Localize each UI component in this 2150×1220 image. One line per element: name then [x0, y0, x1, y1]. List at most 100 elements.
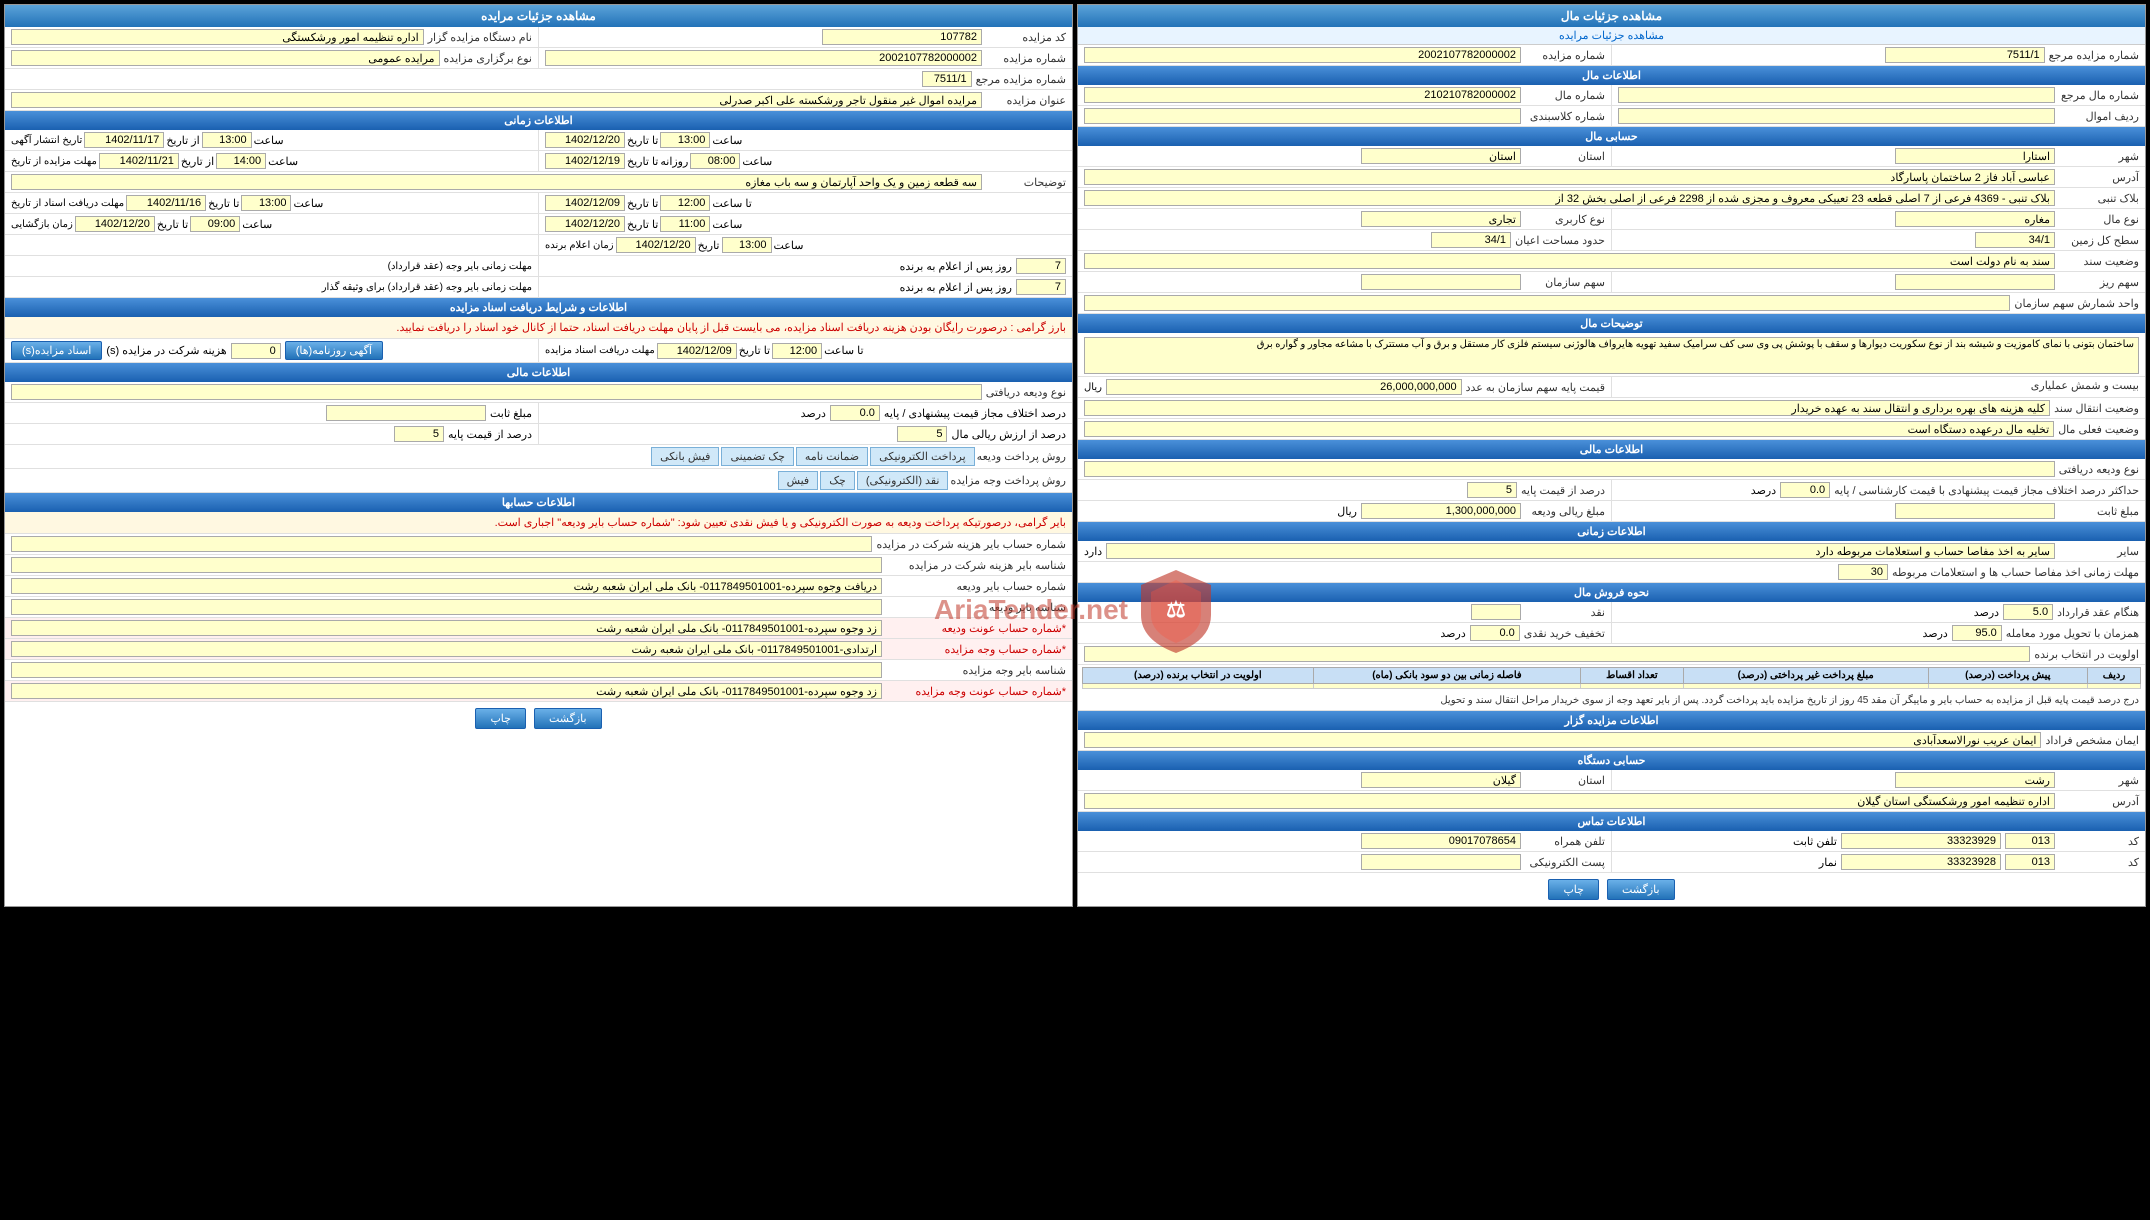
winner-contract-days[interactable]	[1016, 279, 1066, 295]
radif-input[interactable]	[1618, 108, 2055, 124]
account5-input[interactable]	[11, 620, 882, 636]
r-ref-number-input[interactable]	[922, 71, 972, 87]
payment2-btn-cash[interactable]: نقد (الکترونیکی)	[857, 471, 949, 490]
fax-input[interactable]	[1841, 854, 2001, 870]
bid-from-date[interactable]	[99, 153, 179, 169]
winner-t3-time[interactable]	[660, 216, 710, 232]
mal-source-input[interactable]	[1618, 87, 2055, 103]
usage-input[interactable]	[1361, 211, 1521, 227]
r-percent-base2-input[interactable]	[394, 426, 444, 442]
province-input[interactable]	[1361, 148, 1521, 164]
winner-t4-date[interactable]	[616, 237, 696, 253]
mobile-input[interactable]	[1361, 833, 1521, 849]
contractor-agent-input[interactable]	[1084, 732, 2041, 748]
document-input[interactable]	[1084, 253, 2055, 269]
description-input[interactable]: ساختمان بتونی با نمای کاموزیت و شیشه بند…	[1084, 337, 2139, 374]
discount-input[interactable]	[1470, 625, 1520, 641]
left-print-btn[interactable]: چاپ	[1548, 879, 1599, 900]
kalasbandi-input[interactable]	[1084, 108, 1521, 124]
account7-input[interactable]	[11, 662, 882, 678]
city-input[interactable]	[1895, 148, 2055, 164]
transfer-input[interactable]	[1084, 400, 2050, 416]
share2-input[interactable]	[1895, 274, 2055, 290]
area-ground-input[interactable]	[1431, 232, 1511, 248]
area-total-input[interactable]	[1975, 232, 2055, 248]
bid-from-time2[interactable]	[216, 153, 266, 169]
winner-t2-date[interactable]	[126, 195, 206, 211]
receive-docs-date[interactable]	[657, 343, 737, 359]
bid-to-time[interactable]	[690, 153, 740, 169]
participants-input[interactable]	[231, 343, 281, 359]
payment2-btn-slip[interactable]: فیش	[778, 471, 819, 490]
fax-code-input[interactable]	[2005, 854, 2055, 870]
winner-t1-date[interactable]	[545, 195, 625, 211]
email-input[interactable]	[1361, 854, 1521, 870]
payment-btn-check[interactable]: چک تضمینی	[721, 447, 793, 466]
auction-type-input[interactable]	[11, 50, 440, 66]
priority-input[interactable]	[1084, 646, 2030, 662]
mal-number-input[interactable]	[1084, 87, 1521, 103]
organizer-input[interactable]	[11, 29, 424, 45]
account1-input[interactable]	[11, 536, 872, 552]
shareholders-input[interactable]	[1084, 295, 2010, 311]
price-base-input[interactable]	[1106, 379, 1462, 395]
winner-t4-date2[interactable]	[75, 216, 155, 232]
docs-btn[interactable]: اسناد مزایده(s)	[11, 341, 102, 360]
account-note-input[interactable]	[1106, 543, 2055, 559]
pub-from-time[interactable]	[660, 132, 710, 148]
share-input[interactable]	[1361, 274, 1521, 290]
premium-type-input[interactable]	[1084, 461, 2055, 477]
r-percent-diff-input[interactable]	[830, 405, 880, 421]
show-docs-btn[interactable]: آگهی روزنامه(ها)	[285, 341, 383, 360]
account6-input[interactable]	[11, 641, 882, 657]
winner-t1-time[interactable]	[660, 195, 710, 211]
account4-input[interactable]	[11, 599, 882, 615]
auction-number-input[interactable]	[1084, 47, 1521, 63]
block-input[interactable]	[1084, 190, 2055, 206]
current-status-input[interactable]	[1084, 421, 2054, 437]
phone-fixed-input[interactable]	[1841, 833, 2001, 849]
r-auction-number-input[interactable]	[545, 50, 982, 66]
r-percent-base-input[interactable]	[897, 426, 947, 442]
bid-to-date[interactable]	[545, 153, 625, 169]
payment2-btn-check[interactable]: چک	[820, 471, 855, 490]
pub-to-date[interactable]	[545, 132, 625, 148]
premium-amount-input[interactable]	[1361, 503, 1521, 519]
transfer-buyer-input[interactable]	[1952, 625, 2002, 641]
r-premium-type-input[interactable]	[11, 384, 982, 400]
fixed-amount-input[interactable]	[1895, 503, 2055, 519]
payment-btn-guarantee[interactable]: ضمانت نامه	[796, 447, 868, 466]
r-fixed-amount[interactable]	[326, 405, 486, 421]
address-input[interactable]	[1084, 169, 2055, 185]
account8-input[interactable]	[11, 683, 882, 699]
percent-base-input[interactable]	[1467, 482, 1517, 498]
percent-diff-input[interactable]	[1780, 482, 1830, 498]
receive-docs-time[interactable]	[772, 343, 822, 359]
left-breadcrumb[interactable]: مشاهده جزئیات مرایده	[1078, 27, 2145, 45]
auction-code-input[interactable]	[822, 29, 982, 45]
pub-from-date[interactable]	[84, 132, 164, 148]
mal-type-input[interactable]	[1895, 211, 2055, 227]
winner-t3-date[interactable]	[545, 216, 625, 232]
payment-btn-electronic[interactable]: پرداخت الکترونیکی	[870, 447, 975, 466]
contract-time-input[interactable]	[2003, 604, 2053, 620]
auction-subject-input[interactable]	[11, 92, 982, 108]
account2-input[interactable]	[11, 557, 882, 573]
left-back-btn[interactable]: بازگشت	[1607, 879, 1675, 900]
right-back-btn[interactable]: بازگشت	[534, 708, 602, 729]
winner-t4-time[interactable]	[722, 237, 772, 253]
contractor-province-input[interactable]	[1361, 772, 1521, 788]
account3-input[interactable]	[11, 578, 882, 594]
winner-t2-time[interactable]	[241, 195, 291, 211]
winner-t4-time2[interactable]	[190, 216, 240, 232]
right-print-btn[interactable]: چاپ	[475, 708, 526, 729]
ref-number-input[interactable]	[1885, 47, 2045, 63]
cash-input[interactable]	[1471, 604, 1521, 620]
payment-btn-slip[interactable]: فیش بانکی	[651, 447, 719, 466]
phone-code1-input[interactable]	[2005, 833, 2055, 849]
r-description-input[interactable]	[11, 174, 982, 190]
winner-payment-days[interactable]	[1016, 258, 1066, 274]
r-time1[interactable]	[202, 132, 252, 148]
time-limit-input[interactable]	[1838, 564, 1888, 580]
contractor-city-input[interactable]	[1895, 772, 2055, 788]
